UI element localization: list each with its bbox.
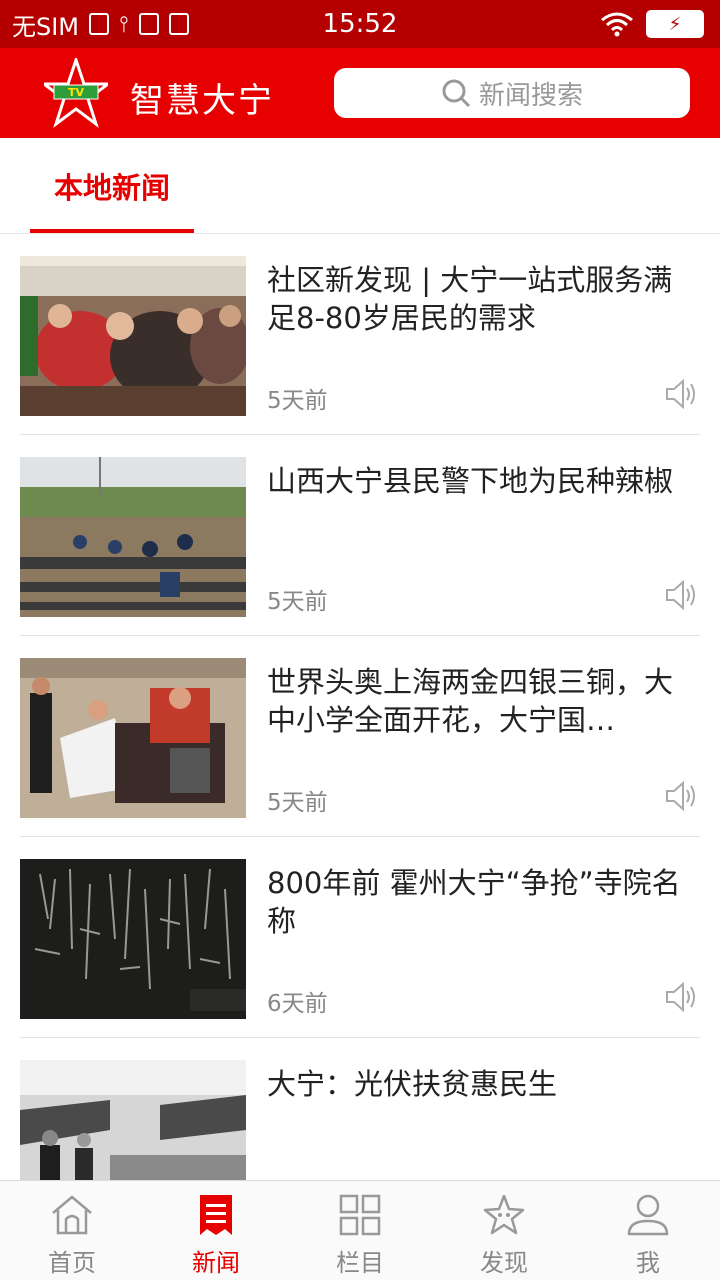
status-right: ⚡: [600, 10, 704, 38]
news-item[interactable]: 社区新发现 | 大宁一站式服务满足8-80岁居民的需求 5天前: [20, 235, 700, 435]
news-item[interactable]: 800年前 霍州大宁“争抢”寺院名称 6天前: [20, 838, 700, 1038]
wifi-icon: [601, 12, 633, 37]
nav-columns[interactable]: 栏目: [288, 1181, 432, 1281]
nav-home[interactable]: 首页: [0, 1181, 144, 1281]
tab-local-news[interactable]: 本地新闻: [30, 138, 194, 234]
news-time: 5天前: [267, 790, 328, 816]
news-thumbnail[interactable]: [20, 658, 246, 818]
news-thumbnail[interactable]: [20, 256, 246, 416]
news-icon: [200, 1195, 232, 1235]
nav-label: 发现: [480, 1249, 528, 1277]
nav-discover[interactable]: 发现: [432, 1181, 576, 1281]
nav-label: 我: [636, 1249, 660, 1277]
nav-label: 首页: [48, 1249, 96, 1277]
news-time: 5天前: [267, 388, 328, 414]
grid-icon: [339, 1194, 381, 1236]
news-title[interactable]: 世界头奥上海两金四银三铜，大中小学全面开花，大宁国…: [267, 663, 692, 739]
tab-bar: 本地新闻: [0, 138, 720, 234]
news-title[interactable]: 大宁：光伏扶贫惠民生: [267, 1065, 692, 1103]
news-thumbnail[interactable]: [20, 457, 246, 617]
battery-icon: ⚡: [646, 10, 704, 38]
app-title: 智慧大宁: [130, 81, 274, 121]
status-bar: 无SIM ⫯ 15:52 ⚡: [0, 0, 720, 48]
search-icon: [442, 79, 471, 108]
app-header: TV 智慧大宁 新闻搜索: [0, 48, 720, 138]
speaker-icon[interactable]: [664, 578, 698, 612]
user-icon: [627, 1194, 669, 1236]
logo-text: TV: [68, 86, 85, 99]
speaker-icon[interactable]: [664, 377, 698, 411]
tab-active-indicator: [30, 229, 194, 233]
search-input[interactable]: 新闻搜索: [334, 68, 690, 118]
speaker-icon[interactable]: [664, 980, 698, 1014]
news-item[interactable]: 山西大宁县民警下地为民种辣椒 5天前: [20, 436, 700, 636]
bottom-nav: 首页 新闻 栏目 发现 我: [0, 1180, 720, 1280]
nav-news[interactable]: 新闻: [144, 1181, 288, 1281]
home-icon: [52, 1195, 92, 1235]
nav-me[interactable]: 我: [576, 1181, 720, 1281]
news-title[interactable]: 山西大宁县民警下地为民种辣椒: [267, 462, 692, 500]
news-thumbnail[interactable]: [20, 1060, 246, 1180]
news-item[interactable]: 世界头奥上海两金四银三铜，大中小学全面开花，大宁国… 5天前: [20, 637, 700, 837]
news-list[interactable]: 社区新发现 | 大宁一站式服务满足8-80岁居民的需求 5天前 山西大宁县民警下…: [0, 235, 720, 1180]
news-title[interactable]: 社区新发现 | 大宁一站式服务满足8-80岁居民的需求: [267, 261, 692, 337]
nav-label: 栏目: [336, 1249, 384, 1277]
app-logo: TV: [44, 58, 108, 128]
search-placeholder: 新闻搜索: [478, 80, 583, 111]
star-icon: [483, 1194, 525, 1235]
news-time: 5天前: [267, 589, 328, 615]
news-thumbnail[interactable]: [20, 859, 246, 1019]
nav-label: 新闻: [192, 1249, 240, 1277]
news-title[interactable]: 800年前 霍州大宁“争抢”寺院名称: [267, 864, 692, 940]
speaker-icon[interactable]: [664, 779, 698, 813]
news-item[interactable]: 大宁：光伏扶贫惠民生: [20, 1039, 700, 1180]
news-time: 6天前: [267, 991, 328, 1017]
